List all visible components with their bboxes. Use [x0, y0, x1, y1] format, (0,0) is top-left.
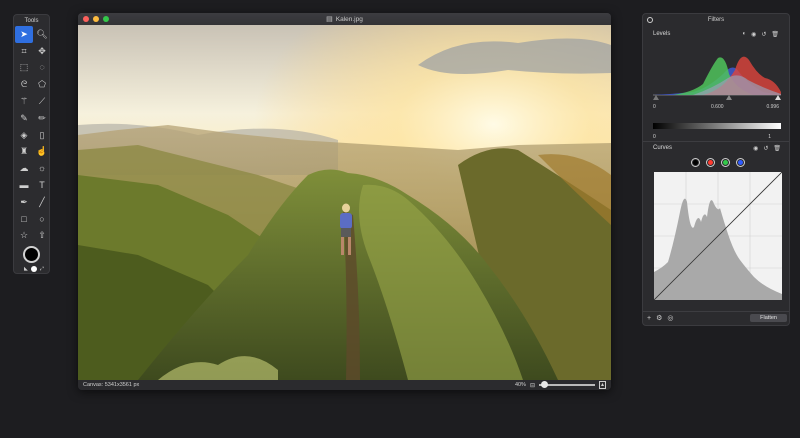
input-low-value[interactable]: 0 [653, 104, 656, 110]
crop-icon[interactable]: ⌗ [15, 43, 33, 60]
levels-header: Levels ◐ ◉ ↺ 🗑︎ [643, 29, 789, 39]
brush-icon[interactable]: ✎ [15, 110, 33, 127]
document-icon: ▤ [326, 16, 333, 23]
window-title: ▤ Kalen.jpg [78, 15, 611, 24]
levels-input-handles[interactable] [651, 95, 783, 101]
gradient-icon[interactable]: ▬ [15, 177, 33, 194]
photo-canvas[interactable] [78, 25, 611, 380]
magic-wand-icon[interactable]: ⚚ [15, 93, 33, 110]
output-levels-gradient[interactable] [653, 123, 781, 129]
canvas-size-label: Canvas: 5341x3561 px [83, 382, 140, 388]
cloud-icon[interactable]: ☁ [15, 160, 33, 177]
smudge-icon[interactable]: ☝ [33, 144, 51, 161]
stamp-icon[interactable]: ♜ [15, 144, 33, 161]
zoom-slider[interactable] [538, 381, 595, 388]
input-mid-value[interactable]: 0.600 [711, 104, 724, 110]
ellipse-icon[interactable]: ○ [33, 211, 51, 228]
zoom-level: 40% [514, 382, 526, 388]
reset-colors-icon[interactable]: ⤢ [40, 266, 44, 272]
line-icon[interactable]: ╱ [33, 194, 51, 211]
lasso-icon[interactable]: ᘓ [15, 76, 33, 93]
tools-title: Tools [24, 18, 39, 24]
curve-channel-rgb[interactable] [691, 158, 700, 167]
input-high-value[interactable]: 0.996 [766, 104, 779, 110]
reset-icon[interactable]: ↺ [761, 31, 766, 38]
ellipse-select-icon[interactable]: ◌ [33, 60, 51, 77]
curve-channel-selector [691, 158, 745, 167]
window-title-text: Kalen.jpg [335, 15, 363, 23]
zoom-slider-knob[interactable] [540, 381, 548, 388]
rect-select-icon[interactable]: ⬚ [15, 60, 33, 77]
pen-icon[interactable]: ✒ [15, 194, 33, 211]
foreground-color-swatch[interactable] [23, 246, 40, 263]
zoom-icon[interactable]: 🔍︎ [33, 26, 51, 43]
arrow-up-icon[interactable]: ⇧ [33, 228, 51, 245]
rectangle-icon[interactable]: □ [15, 211, 33, 228]
curve-channel-red[interactable] [706, 158, 715, 167]
document-window: ▤ Kalen.jpg Canvas: 5341x3561 px 40% ⊟ ▴ [78, 13, 611, 390]
trash-icon[interactable]: 🗑︎ [773, 145, 781, 152]
fill-icon[interactable]: ◈ [15, 127, 33, 144]
output-high-value[interactable]: 1 [768, 134, 771, 140]
background-color-swatch[interactable] [30, 266, 37, 272]
star-icon[interactable]: ☆ [15, 228, 33, 245]
quick-select-icon[interactable]: ⟋ [33, 93, 51, 110]
sun-icon[interactable]: ☼ [33, 160, 51, 177]
reset-icon[interactable]: ↺ [763, 145, 768, 152]
filters-titlebar: Filters [643, 14, 789, 26]
levels-histogram[interactable] [653, 44, 781, 96]
tools-palette: Tools ➤ 🔍︎ ⌗ ✥ ⬚ ◌ ᘓ ⬠ ⚚ ⟋ ✎ ✏ ◈ ▯ ♜ ☝ ☁ ☼ ▬ T ✒ ╱ □ ○ ☆ ⇧ ◣ ⤢ [13, 14, 50, 274]
zoom-out-icon[interactable]: ⊟ [530, 382, 535, 389]
fit-to-window-icon[interactable]: ▴ [598, 381, 606, 389]
mountain-photo [78, 25, 611, 380]
arrow-icon[interactable]: ➤ [15, 26, 33, 43]
eraser-icon[interactable]: ▯ [33, 127, 51, 144]
curve-channel-green[interactable] [721, 158, 730, 167]
filters-panel: Filters Levels ◐ ◉ ↺ 🗑︎ 0 0.600 0.996 0 … [642, 13, 790, 326]
text-icon[interactable]: T [33, 177, 51, 194]
section-divider [643, 141, 789, 142]
close-panel-icon[interactable] [647, 17, 653, 23]
swatch-controls: ◣ ⤢ [24, 266, 44, 272]
flatten-button[interactable]: Flatten [750, 314, 787, 322]
filters-bottom-bar: + ⚙ ◎ Flatten [643, 311, 789, 325]
add-filter-icon[interactable]: + [647, 315, 651, 322]
zoom-controls: 40% ⊟ ▴ [515, 381, 606, 389]
gear-icon[interactable]: ⚙ [656, 314, 662, 322]
poly-lasso-icon[interactable]: ⬠ [33, 76, 51, 93]
levels-label: Levels [653, 31, 671, 37]
filters-title: Filters [707, 17, 725, 23]
tool-grid: ➤ 🔍︎ ⌗ ✥ ⬚ ◌ ᘓ ⬠ ⚚ ⟋ ✎ ✏ ◈ ▯ ♜ ☝ ☁ ☼ ▬ T ✒ ╱ □ ○ ☆ ⇧ [14, 26, 49, 244]
transform-icon[interactable]: ✥ [33, 43, 51, 60]
status-bar: Canvas: 5341x3561 px 40% ⊟ ▴ [78, 380, 611, 390]
eye-icon[interactable]: ◉ [751, 31, 756, 38]
curve-channel-blue[interactable] [736, 158, 745, 167]
window-titlebar: ▤ Kalen.jpg [78, 13, 611, 25]
pencil-icon[interactable]: ✏ [33, 110, 51, 127]
auto-levels-icon[interactable]: ◐ [742, 31, 746, 38]
swap-colors-icon[interactable]: ◣ [24, 266, 28, 272]
eye-icon[interactable]: ◉ [753, 145, 758, 152]
output-low-value[interactable]: 0 [653, 134, 656, 140]
preview-eye-icon[interactable]: ◎ [667, 314, 673, 322]
curves-header: Curves ◉ ↺ 🗑︎ [643, 143, 789, 153]
curves-label: Curves [653, 145, 673, 151]
trash-icon[interactable]: 🗑︎ [771, 31, 779, 38]
curves-graph[interactable] [654, 172, 782, 300]
